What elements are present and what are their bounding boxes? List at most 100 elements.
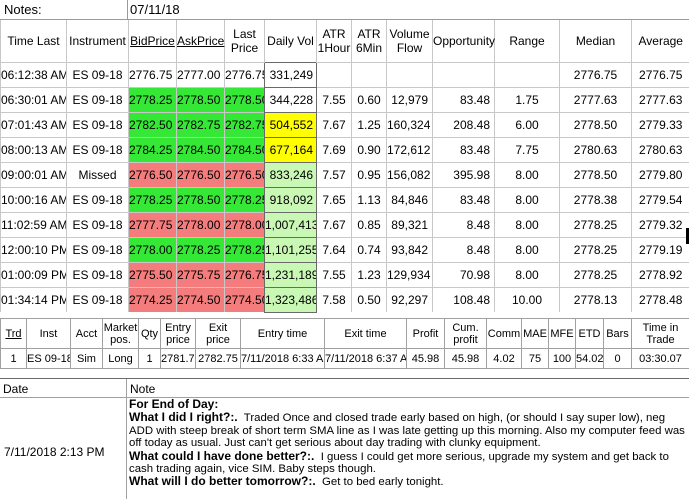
cell-atr-1hour: 7.67 xyxy=(316,111,352,137)
col-entry-price[interactable]: Entry price xyxy=(160,318,196,349)
cell-bid-price: 2778.25 xyxy=(128,186,177,212)
col-etd[interactable]: ETD xyxy=(575,318,604,349)
trade-row[interactable]: 1 ES 09-18 Sim Long 1 2781.75 2782.75 7/… xyxy=(0,348,689,369)
col-range[interactable]: Range xyxy=(494,20,560,62)
cell-opportunity: 395.98 xyxy=(432,161,495,187)
cell-median: 2778.50 xyxy=(559,111,632,137)
table-row[interactable]: 01:34:14 PM ES 09-18 2774.25 2774.50 2774.50… xyxy=(0,286,689,313)
cell-last-price: 2778.50 xyxy=(224,86,265,112)
trade-time-in-trade: 03:30.07 xyxy=(631,348,689,369)
col-exit-price[interactable]: Exit price xyxy=(195,318,241,349)
col-inst[interactable]: Inst xyxy=(26,318,71,349)
header-row: Time Last Instrument BidPrice AskPrice L… xyxy=(0,20,689,62)
cell-atr-6min: 0.95 xyxy=(351,161,387,187)
cell-time: 12:00:10 PM xyxy=(0,236,67,262)
col-time-last[interactable]: Time Last xyxy=(0,20,67,62)
trade-inst: ES 09-18 xyxy=(26,348,71,369)
col-trd[interactable]: Trd xyxy=(0,318,27,349)
table-row[interactable]: 06:30:01 AM ES 09-18 2778.25 2778.50 2778.50… xyxy=(0,86,689,113)
cell-atr-6min: 1.13 xyxy=(351,186,387,212)
cell-bid-price: 2774.25 xyxy=(128,286,177,312)
col-profit[interactable]: Profit xyxy=(406,318,445,349)
journal-q2: What could I have done better?:. xyxy=(129,448,315,463)
trade-entry-time: 7/11/2018 6:33 AM xyxy=(240,348,325,369)
cell-median: 2778.38 xyxy=(559,186,632,212)
col-market-pos[interactable]: Market pos. xyxy=(102,318,139,349)
cell-volume-flow: 84,846 xyxy=(386,186,433,212)
table-row[interactable]: 09:00:01 AM Missed 2776.50 2776.50 2776.50 83… xyxy=(0,161,689,188)
cell-bid-price: 2777.75 xyxy=(128,211,177,237)
col-bid-price[interactable]: BidPrice xyxy=(128,20,177,62)
trade-trd: 1 xyxy=(0,348,27,369)
col-atr-6min[interactable]: ATR 6Min xyxy=(351,20,387,62)
cell-time: 11:02:59 AM xyxy=(0,211,67,237)
table-row[interactable]: 06:12:38 AM ES 09-18 2776.75 2777.00 2776.75… xyxy=(0,61,689,88)
cell-last-price: 2776.75 xyxy=(224,61,265,87)
col-mae[interactable]: MAE xyxy=(521,318,549,349)
trade-etd: 54.02 xyxy=(575,348,604,369)
table-row[interactable]: 12:00:10 PM ES 09-18 2778.00 2778.25 2778.25… xyxy=(0,236,689,263)
cell-instrument: ES 09-18 xyxy=(66,211,129,237)
journal-note-text[interactable]: For End of Day: What I did I right?:. Tr… xyxy=(129,398,687,489)
cell-median: 2776.75 xyxy=(559,61,632,87)
notes-date-field[interactable]: 07/11/18 xyxy=(127,0,689,20)
table-row[interactable]: 10:00:16 AM ES 09-18 2778.25 2778.50 2778.25… xyxy=(0,186,689,213)
trade-mae: 75 xyxy=(521,348,549,369)
col-acct[interactable]: Acct xyxy=(70,318,103,349)
col-time-in-trade[interactable]: Time in Trade xyxy=(631,318,689,349)
journal-date-header[interactable]: Date xyxy=(3,382,28,396)
cell-average: 2779.33 xyxy=(631,111,689,137)
cell-median: 2777.63 xyxy=(559,86,632,112)
trade-exit-time: 7/11/2018 6:37 AM xyxy=(324,348,407,369)
cell-ask-price: 2782.75 xyxy=(176,111,225,137)
cell-atr-1hour xyxy=(316,61,352,87)
cell-atr-6min: 1.23 xyxy=(351,261,387,287)
col-daily-vol[interactable]: Daily Vol xyxy=(264,20,317,62)
trade-market-pos: Long xyxy=(102,348,139,369)
col-mfe[interactable]: MFE xyxy=(548,318,576,349)
table-row[interactable]: 08:00:13 AM ES 09-18 2784.25 2784.50 2784.50… xyxy=(0,136,689,163)
col-median[interactable]: Median xyxy=(559,20,632,62)
col-ask-price[interactable]: AskPrice xyxy=(176,20,225,62)
cell-atr-1hour: 7.57 xyxy=(316,161,352,187)
notes-label: Notes: xyxy=(4,2,42,17)
cell-atr-6min: 0.50 xyxy=(351,286,387,312)
table-row[interactable]: 07:01:43 AM ES 09-18 2782.50 2782.75 2782.75… xyxy=(0,111,689,138)
col-comm[interactable]: Comm xyxy=(486,318,522,349)
cell-atr-6min: 0.85 xyxy=(351,211,387,237)
cell-opportunity: 70.98 xyxy=(432,261,495,287)
cell-bid-price: 2776.75 xyxy=(128,61,177,87)
cell-average: 2777.63 xyxy=(631,86,689,112)
cell-opportunity: 83.48 xyxy=(432,136,495,162)
table-row[interactable]: 01:00:09 PM ES 09-18 2775.50 2775.75 2776.75… xyxy=(0,261,689,288)
col-entry-time[interactable]: Entry time xyxy=(240,318,325,349)
cell-range xyxy=(494,61,560,87)
table-row[interactable]: 11:02:59 AM ES 09-18 2777.75 2778.00 2778.00… xyxy=(0,211,689,238)
col-opportunity[interactable]: Opportunity xyxy=(432,20,495,62)
cell-range: 1.75 xyxy=(494,86,560,112)
cell-opportunity: 83.48 xyxy=(432,186,495,212)
journal-note-header[interactable]: Note xyxy=(130,382,155,396)
cell-average: 2780.63 xyxy=(631,136,689,162)
cell-bid-price: 2775.50 xyxy=(128,261,177,287)
col-atr-1hour[interactable]: ATR 1Hour xyxy=(316,20,352,62)
cell-atr-6min: 0.90 xyxy=(351,136,387,162)
cell-daily-vol: 504,552 xyxy=(264,111,317,138)
col-qty[interactable]: Qty xyxy=(138,318,161,349)
cell-atr-1hour: 7.58 xyxy=(316,286,352,312)
trade-performance-table: Trd Inst Acct Market pos. Qty Entry pric… xyxy=(0,318,689,369)
cell-time: 01:00:09 PM xyxy=(0,261,67,287)
col-volume-flow[interactable]: Volume Flow xyxy=(386,20,433,62)
col-exit-time[interactable]: Exit time xyxy=(324,318,407,349)
cell-average: 2778.92 xyxy=(631,261,689,287)
col-bars[interactable]: Bars xyxy=(603,318,632,349)
cell-time: 06:12:38 AM xyxy=(0,61,67,87)
col-instrument[interactable]: Instrument xyxy=(66,20,129,62)
cell-volume-flow: 129,934 xyxy=(386,261,433,287)
col-last-price[interactable]: Last Price xyxy=(224,20,265,62)
cell-volume-flow xyxy=(386,61,433,87)
col-cum-profit[interactable]: Cum. profit xyxy=(444,318,487,349)
cell-range: 8.00 xyxy=(494,211,560,237)
col-average[interactable]: Average xyxy=(631,20,689,62)
cell-ask-price: 2777.00 xyxy=(176,61,225,87)
